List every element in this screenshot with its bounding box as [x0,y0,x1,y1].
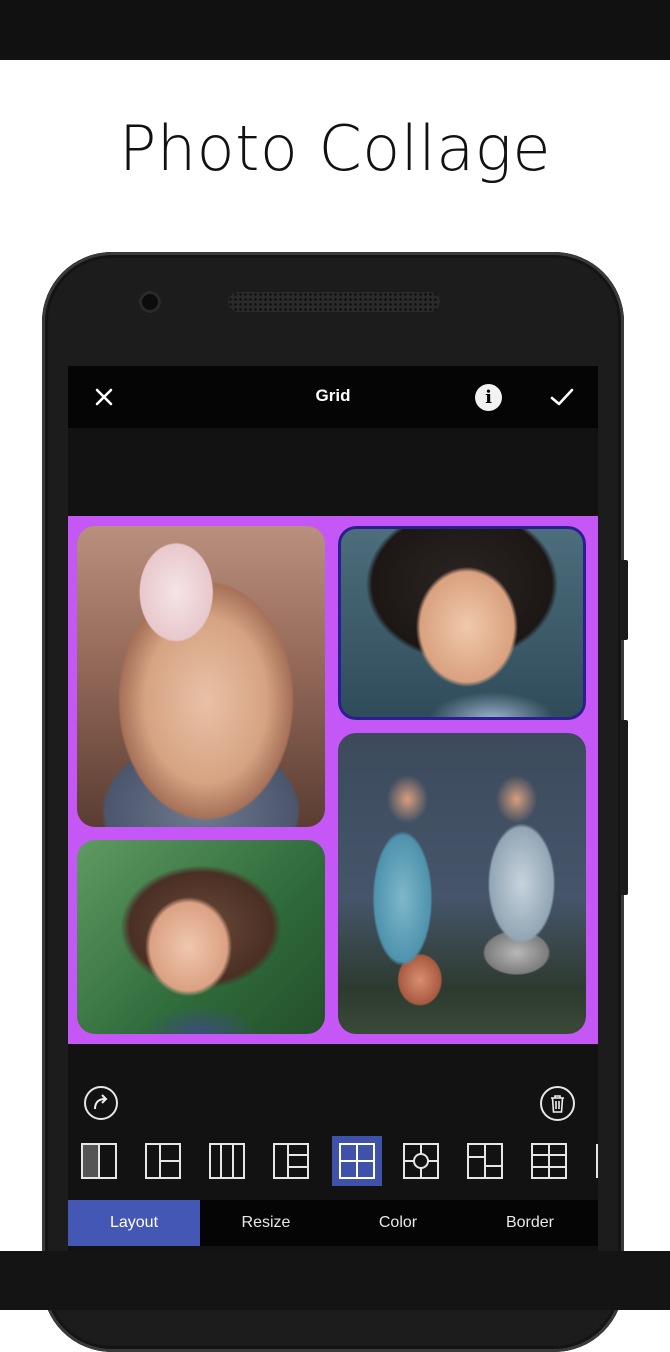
tab-resize[interactable]: Resize [200,1200,332,1246]
layout-grid-center-circle[interactable] [396,1136,446,1186]
layout-grid-offset[interactable] [460,1136,510,1186]
photo-girl-pink-hat[interactable] [77,526,325,827]
bottom-bar [0,1251,670,1310]
info-icon[interactable]: i [475,384,502,411]
phone-side-button [620,560,628,640]
layout-three-columns[interactable] [202,1136,252,1186]
app-toolbar: Grid i [68,366,598,428]
layout-picker [68,1134,598,1190]
photo-boy-curly-hair[interactable] [338,526,586,720]
redo-icon[interactable] [84,1086,118,1120]
page-headline: Photo Collage [118,112,552,185]
phone-camera [139,291,161,313]
tab-color[interactable]: Color [332,1200,464,1246]
photo-two-kids-holding-hands[interactable] [338,733,586,1034]
layout-grid-2x3[interactable] [524,1136,574,1186]
phone-speaker [228,292,440,312]
app-screen: Grid i Layout Resize Color Border [68,366,598,1251]
trash-icon[interactable] [540,1086,575,1121]
layout-partial[interactable] [584,1136,598,1186]
info-glyph: i [485,387,492,408]
top-status-bar [0,0,670,60]
phone-side-button [620,720,628,895]
tab-layout[interactable]: Layout [68,1200,200,1246]
layout-left-plus-two-right[interactable] [138,1136,188,1186]
toolbar-title: Grid [315,386,351,405]
layout-split-vertical[interactable] [74,1136,124,1186]
check-icon[interactable] [548,383,576,411]
editor-tabs: Layout Resize Color Border [68,1200,598,1246]
tab-border[interactable]: Border [464,1200,596,1246]
photo-girl-curly-hair[interactable] [77,840,325,1034]
layout-left-plus-three-right[interactable] [266,1136,316,1186]
collage-canvas[interactable] [68,516,598,1044]
layout-grid-2x2[interactable] [332,1136,382,1186]
